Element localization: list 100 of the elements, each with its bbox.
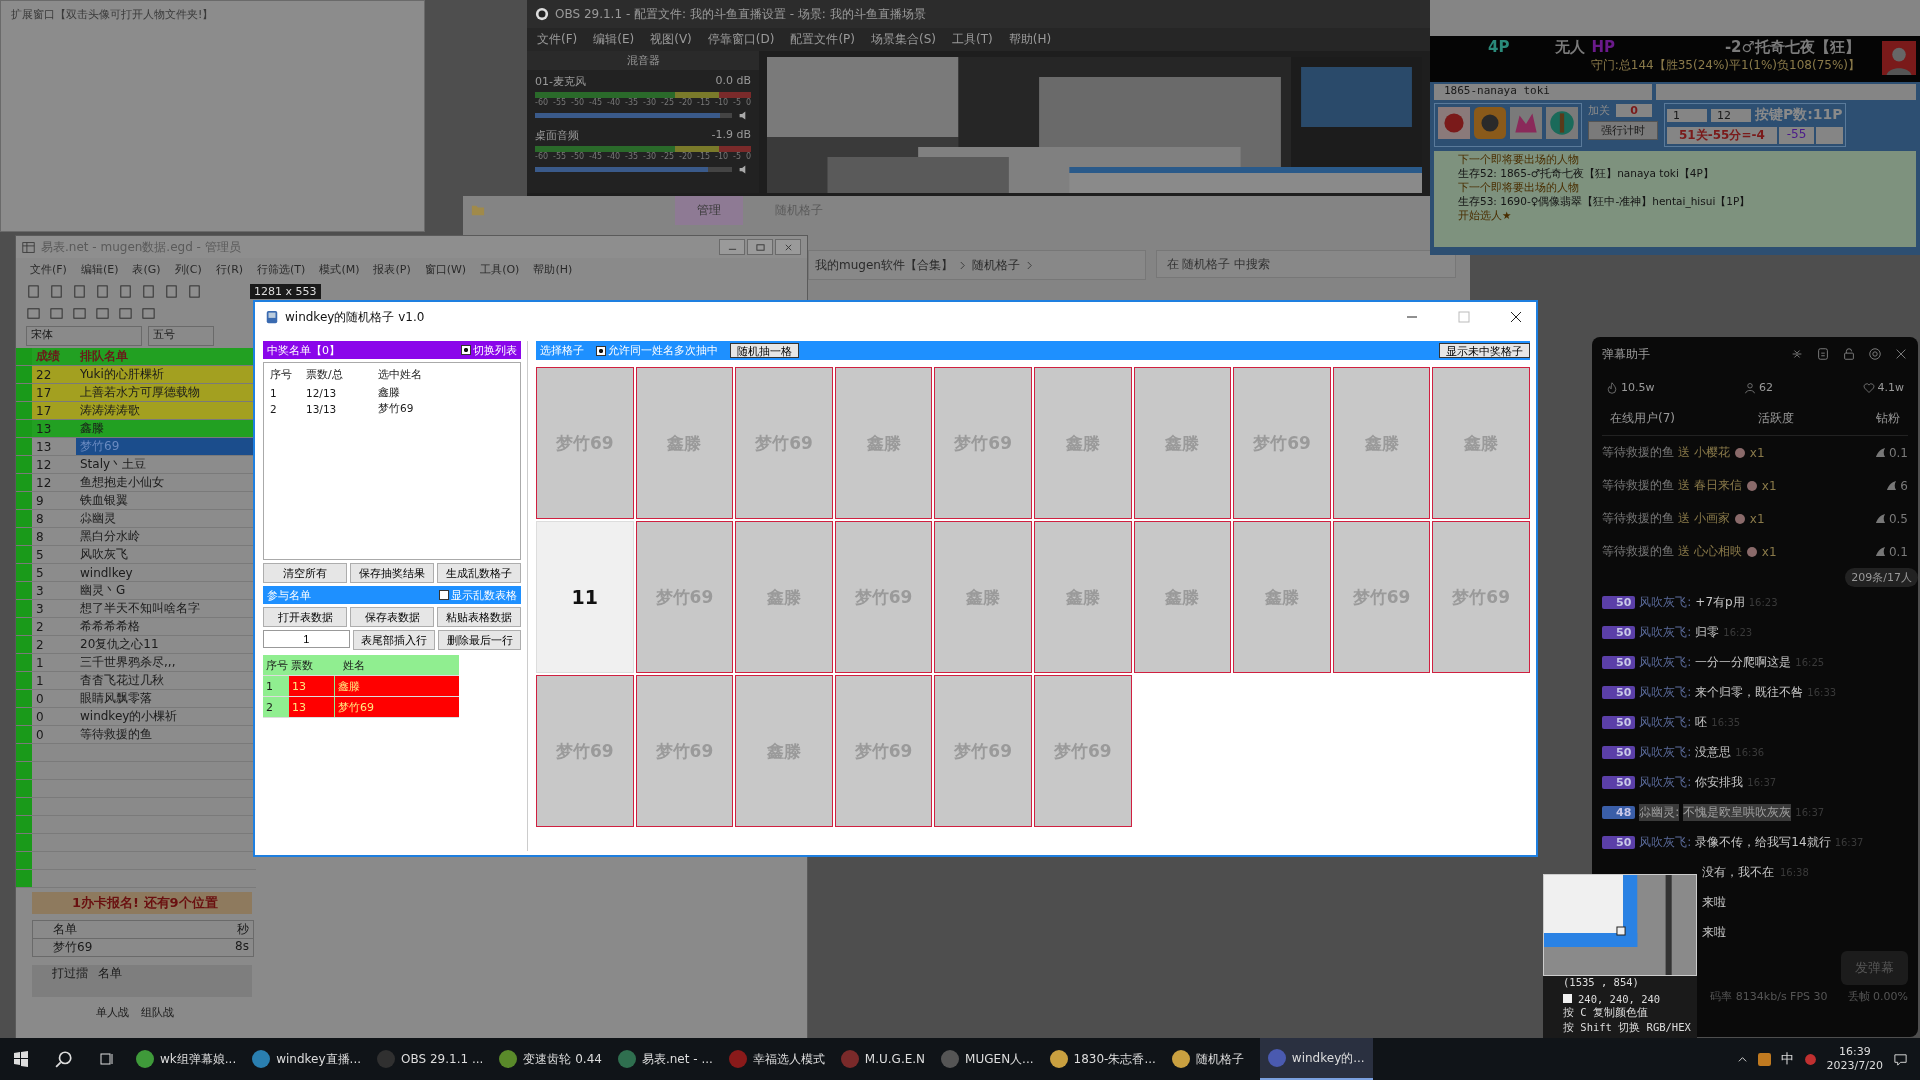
toolbar-icon[interactable] <box>118 283 133 299</box>
toolbar-icon[interactable] <box>141 305 156 321</box>
table-row[interactable]: 17 上善若水方可厚德载物 <box>16 384 256 402</box>
panel-tab[interactable]: 在线用户(7) <box>1610 410 1675 427</box>
taskbar-item[interactable]: MUGEN人... <box>933 1038 1042 1080</box>
action-button[interactable]: 保存表数据 <box>350 607 434 627</box>
settings-icon[interactable] <box>1868 347 1882 361</box>
toggle-checkbox[interactable]: 显示乱数表格 <box>439 587 517 603</box>
ribbon-tab[interactable]: 管理 <box>675 196 743 225</box>
table-row[interactable]: 8 黑白分水岭 <box>16 528 256 546</box>
force-timer-button[interactable]: 强行计时 <box>1588 121 1658 140</box>
table-row[interactable]: 9 铁血银翼 <box>16 492 256 510</box>
taskbar-item[interactable]: M.U.G.E.N <box>832 1038 934 1080</box>
action-button[interactable]: 清空所有 <box>263 563 347 583</box>
sheet-tab[interactable]: 组队战 <box>141 1005 174 1020</box>
restore-button[interactable] <box>747 239 773 255</box>
menu-item[interactable]: 列(C) <box>174 261 202 277</box>
toolbar-icon[interactable] <box>26 305 41 321</box>
draw-button[interactable]: 随机抽一格 <box>730 343 799 358</box>
menu-item[interactable]: 文件(F) <box>537 31 578 48</box>
menu-item[interactable]: 报表(P) <box>373 261 411 277</box>
panel-tab[interactable]: 钻粉 <box>1876 410 1900 427</box>
toolbar-icon[interactable] <box>72 283 87 299</box>
table-row[interactable]: 1 杳杳飞花过几秋 <box>16 672 256 690</box>
menu-item[interactable]: 表(G) <box>132 261 161 277</box>
level-add-field[interactable]: 0 <box>1616 104 1652 117</box>
show-unwon-button[interactable]: 显示未中奖格子 <box>1439 343 1530 358</box>
volume-slider[interactable] <box>535 167 732 172</box>
taskbar-item[interactable]: 变速齿轮 0.44 <box>491 1038 610 1080</box>
menu-item[interactable]: 窗口(W) <box>424 261 467 277</box>
table-row[interactable]: 0 windkey的小棵祈 <box>16 708 256 726</box>
table-row[interactable]: 2 20复仇之心11 <box>16 636 256 654</box>
font-size-dropdown[interactable]: 五号 <box>148 326 214 346</box>
clock[interactable]: 16:39 2023/7/20 <box>1826 1044 1883 1074</box>
collapse-icon[interactable] <box>1790 347 1804 361</box>
toolbar-icon[interactable] <box>72 305 87 321</box>
menu-item[interactable]: 行(R) <box>215 261 244 277</box>
text-field[interactable] <box>1816 127 1843 144</box>
taskbar-item[interactable]: wk组弹幕娘... <box>128 1038 245 1080</box>
range-dropdown[interactable]: 1 <box>1667 108 1707 122</box>
sheet-tab[interactable]: 单人战 <box>96 1005 129 1020</box>
taskbar-item[interactable]: windkey的... <box>1259 1038 1373 1080</box>
table-row[interactable]: 12 鱼想抱走小仙女 <box>16 474 256 492</box>
notification-icon[interactable] <box>1893 1051 1908 1067</box>
action-button[interactable]: 打开表数据 <box>263 607 347 627</box>
table-row[interactable]: 5 风吹灰飞 <box>16 546 256 564</box>
toolbar-icon[interactable] <box>164 283 179 299</box>
menu-item[interactable]: 模式(M) <box>319 261 360 277</box>
table-row[interactable]: 3 幽灵丶G <box>16 582 256 600</box>
table-row[interactable]: 8 尛幽灵 <box>16 510 256 528</box>
table-row[interactable]: 0 等待救援的鱼 <box>16 726 256 744</box>
taskbar-item[interactable]: 幸福选人模式 <box>720 1038 833 1080</box>
close-icon[interactable] <box>1510 311 1522 323</box>
grid-cell[interactable]: 11 <box>536 521 634 673</box>
name-field[interactable]: 1865-nanaya toki <box>1434 84 1653 100</box>
windows-icon[interactable] <box>13 1051 29 1067</box>
menu-item[interactable]: 文件(F) <box>30 261 67 277</box>
table-row[interactable]: 17 涛涛涛涛歌 <box>16 402 256 420</box>
close-button[interactable] <box>775 239 801 255</box>
lock-icon[interactable] <box>1842 347 1856 361</box>
minimize-button[interactable] <box>719 239 745 255</box>
action-button[interactable]: 粘贴表格数据 <box>437 607 521 627</box>
toolbar-icon[interactable] <box>49 305 64 321</box>
toolbar-icon[interactable] <box>26 283 41 299</box>
volume-slider[interactable] <box>535 113 732 118</box>
action-button[interactable]: 保存抽奖结果 <box>350 563 434 583</box>
table-row[interactable]: 12 Staly丶土豆 <box>16 456 256 474</box>
taskbar-item[interactable]: windkey直播... <box>244 1038 370 1080</box>
toggle-checkbox[interactable]: 切换列表 <box>461 342 517 358</box>
input-method-indicator[interactable]: 中 <box>1780 1050 1794 1068</box>
toolbar-icon[interactable] <box>141 283 156 299</box>
app-icon[interactable] <box>1510 107 1542 139</box>
table-row[interactable]: 13 鑫滕 <box>16 420 256 438</box>
action-button[interactable]: 删除最后一行 <box>438 630 521 650</box>
menu-item[interactable]: 编辑(E) <box>80 261 119 277</box>
table-row[interactable]: 1 13 鑫滕 <box>263 676 459 697</box>
app-icon[interactable] <box>1546 107 1578 139</box>
menu-item[interactable]: 场景集合(S) <box>871 31 936 48</box>
font-dropdown[interactable]: 宋体 <box>26 326 142 346</box>
menu-item[interactable]: 行筛选(T) <box>257 261 306 277</box>
toolbar-icon[interactable] <box>95 283 110 299</box>
toolbar-icon[interactable] <box>95 305 110 321</box>
toolbar-icon[interactable] <box>187 283 202 299</box>
document-icon[interactable] <box>1816 347 1830 361</box>
menu-item[interactable]: 工具(O) <box>480 261 520 277</box>
maximize-icon[interactable] <box>1458 311 1470 323</box>
action-button[interactable]: 生成乱数格子 <box>437 563 521 583</box>
text-field[interactable] <box>1656 84 1916 100</box>
table-row[interactable]: 3 想了半天不知叫啥名字 <box>16 600 256 618</box>
tray-icon[interactable] <box>1803 1052 1817 1066</box>
menu-item[interactable]: 帮助(H) <box>533 261 573 277</box>
table-row[interactable]: 1 三千世界鸦杀尽,,, <box>16 654 256 672</box>
action-button[interactable]: 表尾部插入行 <box>352 630 436 650</box>
table-row[interactable]: 2 13 梦竹69 <box>263 697 459 718</box>
tray-icon[interactable] <box>1757 1052 1771 1066</box>
menu-item[interactable]: 停靠窗口(D) <box>707 31 775 48</box>
app-icon[interactable] <box>1474 107 1506 139</box>
table-row[interactable]: 13 梦竹69 <box>16 438 256 456</box>
menu-item[interactable]: 帮助(H) <box>1008 31 1052 48</box>
range-dropdown[interactable]: 12 <box>1711 108 1751 122</box>
